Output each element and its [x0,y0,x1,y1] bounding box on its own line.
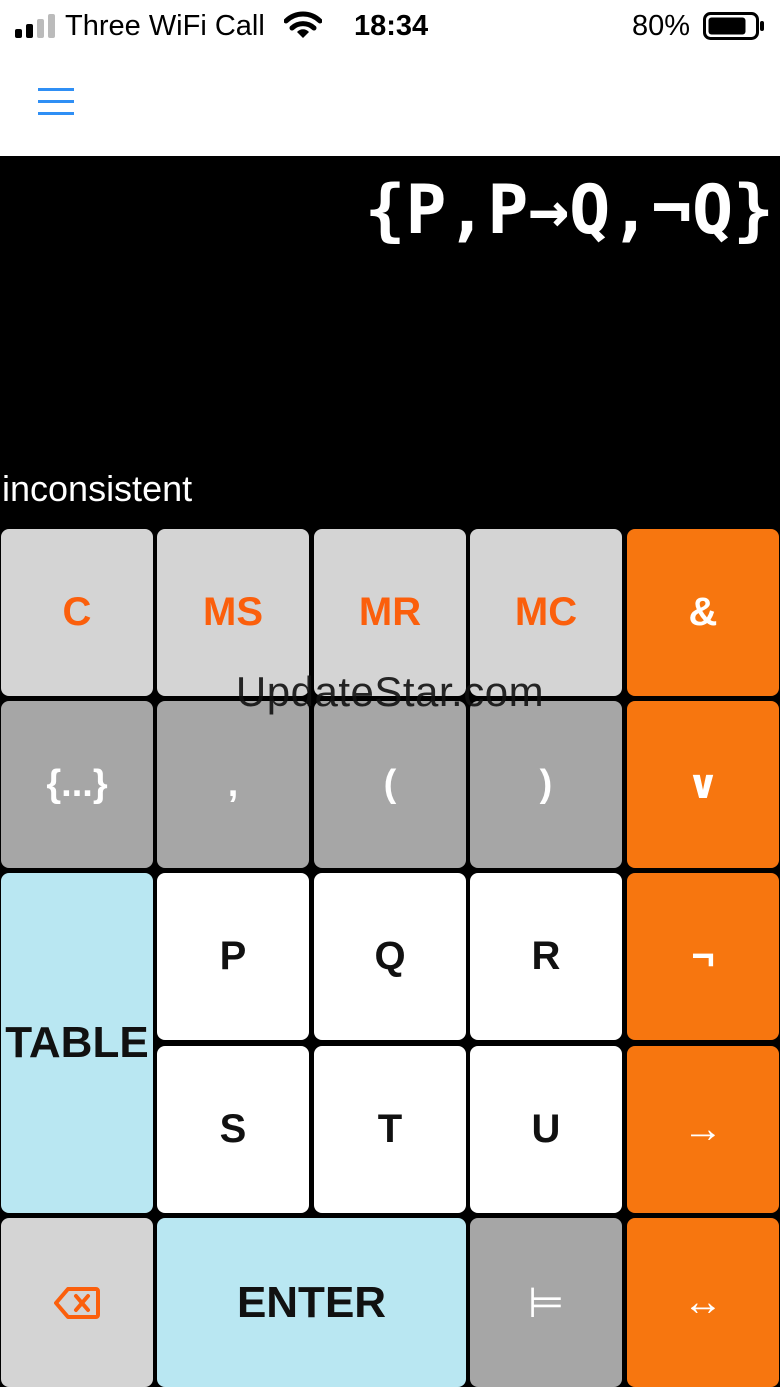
entails-symbol: ⊨ [527,1279,565,1326]
backspace-icon [54,1286,100,1319]
enter-button[interactable]: ENTER [157,1218,466,1387]
variable-q-button[interactable]: Q [314,873,466,1040]
carrier-name: Three WiFi Call [65,10,265,42]
not-button[interactable]: ¬ [627,873,779,1040]
wifi-icon [284,11,322,38]
iff-button[interactable]: ↔ [627,1218,779,1387]
result-text: inconsistent [2,468,193,509]
expression-display: {P,P→Q,¬Q} [364,171,774,250]
variable-s-button[interactable]: S [157,1046,309,1213]
calculator-display: {P,P→Q,¬Q} inconsistent [0,156,780,528]
hamburger-menu-icon[interactable] [30,78,82,126]
navigation-bar [0,52,780,156]
memory-store-button[interactable]: MS [157,529,309,696]
variable-p-button[interactable]: P [157,873,309,1040]
status-bar: Three WiFi Call 18:34 80% [0,0,780,52]
set-braces-button[interactable]: {...} [1,701,153,868]
or-button[interactable]: ∨ [627,701,779,868]
comma-button[interactable]: , [157,701,309,868]
table-button[interactable]: TABLE [1,873,153,1213]
and-button[interactable]: & [627,529,779,696]
signal-strength-icon [15,14,55,38]
battery-icon [703,12,764,40]
implies-button[interactable]: → [627,1046,779,1213]
variable-u-button[interactable]: U [470,1046,622,1213]
status-time: 18:34 [354,10,429,42]
right-paren-button[interactable]: ) [470,701,622,868]
variable-r-button[interactable]: R [470,873,622,1040]
clear-button[interactable]: C [1,529,153,696]
variable-t-button[interactable]: T [314,1046,466,1213]
left-paren-button[interactable]: ( [314,701,466,868]
entails-button[interactable]: ⊨ [470,1218,622,1387]
backspace-button[interactable] [1,1218,153,1387]
battery-percent: 80% [632,10,691,42]
memory-recall-button[interactable]: MR [314,529,466,696]
memory-clear-button[interactable]: MC [470,529,622,696]
keypad: C MS MR MC & {...} , ( ) ∨ TABLE P Q R ¬… [0,528,780,1387]
